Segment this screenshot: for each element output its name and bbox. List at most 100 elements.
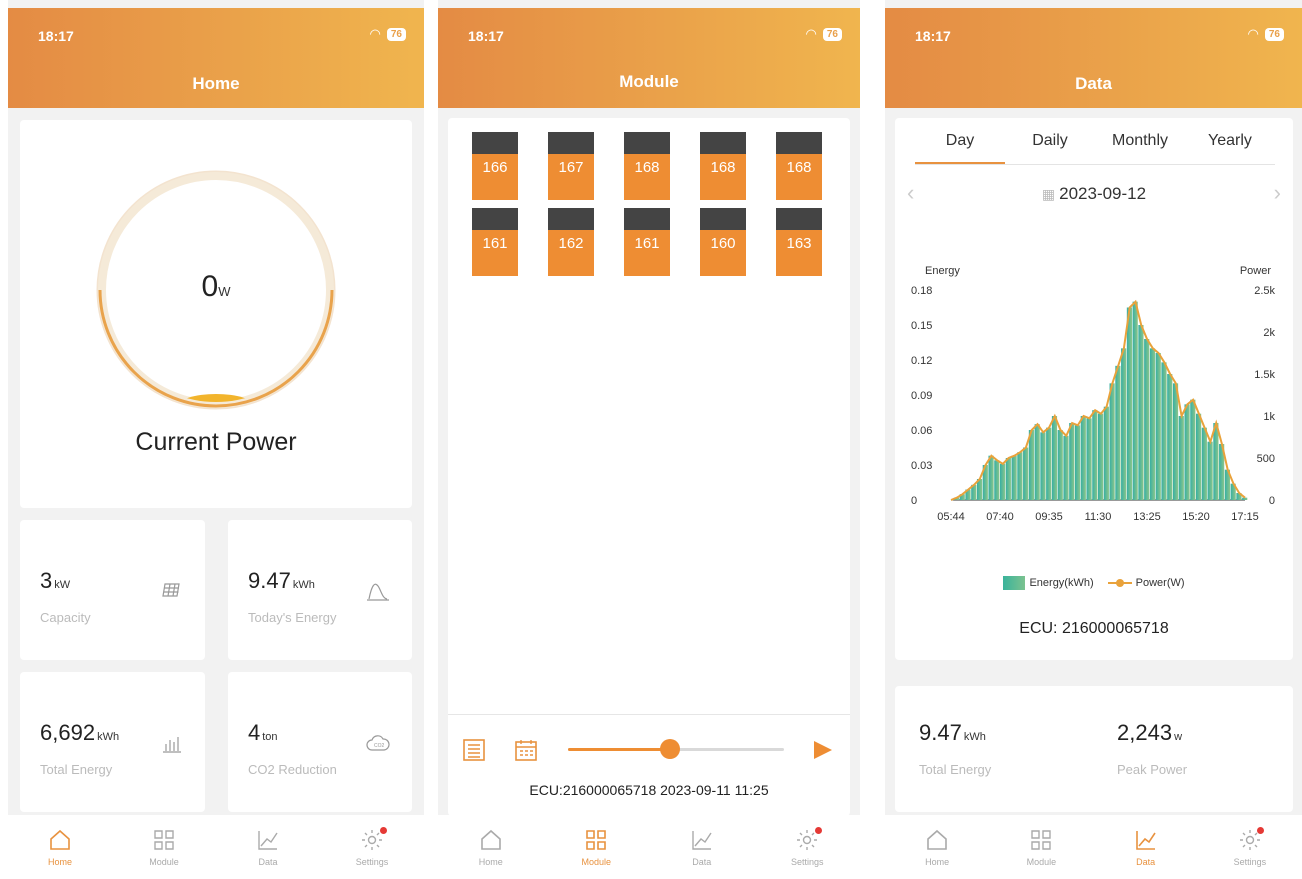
status-icons: ◠ 76 <box>806 26 842 42</box>
tab-label: Module <box>149 856 179 867</box>
tab-label: Home <box>478 856 503 867</box>
stat-unit: kWh <box>292 579 315 591</box>
power-unit: W <box>218 284 231 299</box>
energy-bar <box>1080 416 1086 500</box>
total-energy-card[interactable]: 6,692 kWh Total Energy <box>20 672 205 812</box>
page-title: Data <box>1075 74 1112 93</box>
y-tick-left: 0.15 <box>911 320 932 332</box>
stat-label: Total Energy <box>40 762 113 777</box>
tab-monthly[interactable]: Monthly <box>1095 132 1185 164</box>
play-icon[interactable] <box>810 738 834 762</box>
battery-icon: 76 <box>1264 27 1284 41</box>
module-value: 160 <box>700 230 746 276</box>
tab-daily[interactable]: Daily <box>1005 132 1095 164</box>
tab-module[interactable]: Module <box>112 815 216 879</box>
tab-yearly[interactable]: Yearly <box>1185 132 1275 164</box>
x-tick: 07:40 <box>986 511 1014 523</box>
next-date-icon[interactable]: › <box>1274 180 1281 206</box>
list-icon[interactable] <box>462 738 486 762</box>
x-tick: 15:20 <box>1182 511 1210 523</box>
x-tick: 09:35 <box>1035 511 1063 523</box>
tab-label: Module <box>581 856 612 867</box>
grid-icon <box>154 829 174 850</box>
x-tick: 11:30 <box>1085 511 1112 523</box>
date-selector[interactable]: ▦ 2023-09-12 <box>895 184 1293 204</box>
module-value: 161 <box>624 230 670 276</box>
tab-settings[interactable]: Settings <box>1198 815 1302 879</box>
notification-dot <box>1257 827 1265 834</box>
capacity-card[interactable]: 3 kW Capacity <box>20 520 205 660</box>
status-icons: ◠ 76 <box>370 26 406 42</box>
data-screen: 18:17 ◠ 76 Data Day Daily Monthly Yearly … <box>885 0 1302 879</box>
home-icon <box>480 829 501 850</box>
module-panel[interactable]: 160 <box>700 208 746 276</box>
ecu-id: ECU: 216000065718 <box>1019 620 1169 637</box>
tab-home[interactable]: Home <box>8 815 112 879</box>
calendar-icon[interactable] <box>514 738 538 762</box>
tab-data[interactable]: Data <box>1094 815 1198 879</box>
energy-bar <box>1121 348 1127 500</box>
calendar-icon: ▦ <box>1041 186 1056 202</box>
energy-bar <box>1028 430 1035 500</box>
chart-legend: Energy(kWh) Power(W) <box>895 576 1293 590</box>
y-tick-right: 1k <box>1263 411 1275 423</box>
power-value: 0 <box>201 270 219 303</box>
energy-bar <box>994 460 1000 500</box>
grid-icon <box>586 829 607 850</box>
notification-dot <box>814 827 822 834</box>
module-panel[interactable]: 167 <box>548 132 594 200</box>
bottom-tab-bar: Home Module Data Settings <box>8 815 424 879</box>
energy-bar <box>1103 406 1109 500</box>
grid-icon <box>1031 829 1052 850</box>
current-power-card: 0W Current Power <box>20 120 412 508</box>
energy-bar <box>1069 423 1075 500</box>
tab-day[interactable]: Day <box>915 132 1005 164</box>
battery-icon: 76 <box>822 27 842 41</box>
module-panel[interactable]: 161 <box>624 208 670 276</box>
module-panel[interactable]: 166 <box>472 132 518 200</box>
tab-home[interactable]: Home <box>885 815 989 879</box>
wifi-icon: ◠ <box>369 26 381 41</box>
energy-bar <box>1098 413 1104 500</box>
slider-handle[interactable] <box>659 739 680 759</box>
energy-power-chart: Energy Power 0.18 0.15 0.12 0.09 0.06 0.03 0 2.5k… <box>911 265 1275 523</box>
line-chart-icon <box>258 830 278 850</box>
module-panel[interactable]: 168 <box>776 132 822 200</box>
x-tick: 13:25 <box>1133 511 1161 523</box>
bar-chart-icon <box>163 737 181 753</box>
module-panel[interactable]: 161 <box>472 208 518 276</box>
stat-label: Capacity <box>40 610 91 625</box>
notification-dot <box>379 827 387 834</box>
tab-data[interactable]: Data <box>216 815 320 879</box>
summary-value: 2,243 <box>1117 720 1173 745</box>
module-panel[interactable]: 168 <box>700 132 746 200</box>
energy-bar <box>1005 458 1011 500</box>
time-slider[interactable] <box>568 739 784 759</box>
energy-bar <box>1057 430 1063 500</box>
module-value: 161 <box>472 230 518 276</box>
module-panel[interactable]: 168 <box>624 132 670 200</box>
module-panel[interactable]: 163 <box>776 208 822 276</box>
module-layout-card: 166 167 168 168 168 161 162 161 160 163 ECU:21600… <box>448 118 850 816</box>
module-value: 168 <box>624 154 670 200</box>
module-value: 162 <box>548 230 594 276</box>
selected-date: 2023-09-12 <box>1059 184 1147 203</box>
home-screen: 18:17 ◠ 76 Home 0W Current Power 3 kW Capa… <box>8 0 424 879</box>
todays-energy-card[interactable]: 9.47 kWh Today's Energy <box>228 520 412 660</box>
status-time: 18:17 <box>38 28 74 44</box>
module-value: 163 <box>776 230 822 276</box>
tab-settings[interactable]: Settings <box>320 815 424 879</box>
tab-data[interactable]: Data <box>649 815 755 879</box>
co2-reduction-card[interactable]: 4 ton CO2 Reduction CO2 <box>228 672 412 812</box>
energy-bar <box>1161 362 1167 500</box>
current-power-label: Current Power <box>135 428 297 456</box>
tab-module[interactable]: Module <box>989 815 1093 879</box>
energy-bar <box>1190 399 1196 500</box>
tab-settings[interactable]: Settings <box>755 815 861 879</box>
summary-label: Peak Power <box>1117 762 1188 777</box>
y-tick-right: 2.5k <box>1254 285 1275 297</box>
module-panel[interactable]: 162 <box>548 208 594 276</box>
tab-home[interactable]: Home <box>438 815 544 879</box>
tab-module[interactable]: Module <box>544 815 650 879</box>
stat-unit: kW <box>54 579 71 591</box>
